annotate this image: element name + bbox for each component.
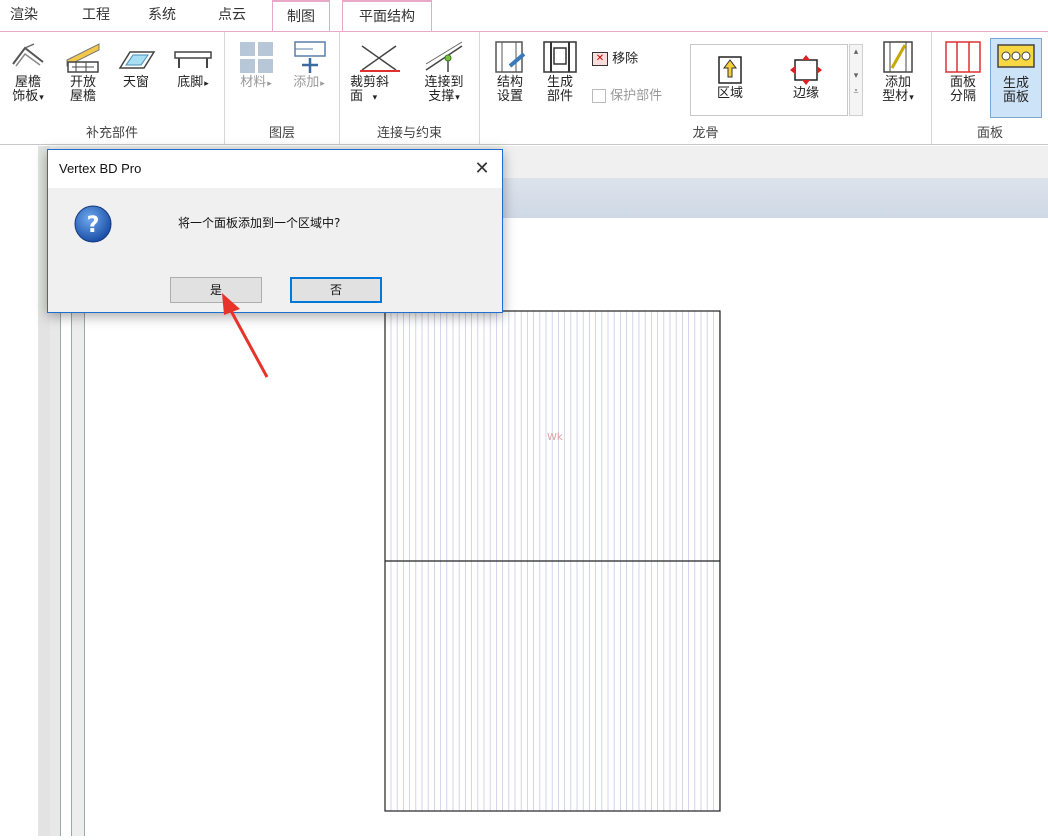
cut-miter-button[interactable]: 裁剪斜 面 ▾	[350, 40, 408, 105]
ribbon-tab-bar: 渲染 工程 系统 点云 制图 平面结构	[0, 0, 1048, 33]
gallery-scroll[interactable]: ▴ ▾ ⩡	[849, 44, 863, 116]
group-supplement: 屋檐 饰板▾ 开放 屋檐 天窗 底脚▸ 补充部件	[0, 32, 225, 144]
left-tree-panel[interactable]	[0, 146, 39, 836]
skylight-button[interactable]: 天窗	[114, 40, 158, 90]
frame-gallery: 区域 边缘	[690, 44, 848, 116]
tab-plane-structure[interactable]: 平面结构	[342, 0, 432, 33]
edge-button[interactable]: 边缘	[781, 55, 831, 101]
add-layer-icon	[294, 41, 326, 73]
gallery-up-icon[interactable]: ▴	[850, 47, 862, 57]
generate-parts-icon	[543, 41, 577, 73]
generate-panel-icon	[997, 44, 1035, 68]
remove-icon: ✕	[592, 52, 608, 66]
skylight-icon	[118, 51, 156, 69]
open-eave-button[interactable]: 开放 屋檐	[62, 40, 104, 104]
group-layer-label: 图层	[268, 126, 295, 141]
footing-icon	[174, 51, 212, 68]
tab-drawing[interactable]: 制图	[272, 0, 330, 32]
region-arrow-icon	[718, 56, 742, 84]
tab-project[interactable]: 工程	[82, 4, 110, 24]
dialog-title: Vertex BD Pro	[59, 161, 142, 176]
panel-split-icon	[945, 41, 981, 73]
no-button[interactable]: 否	[290, 277, 382, 303]
group-supplement-label: 补充部件	[85, 126, 138, 141]
svg-text:?: ?	[87, 213, 100, 238]
group-connect-label: 连接与约束	[376, 126, 442, 141]
edge-arrows-icon	[790, 55, 822, 85]
add-profile-icon	[883, 41, 913, 73]
tab-system[interactable]: 系统	[148, 4, 176, 24]
tab-point-cloud[interactable]: 点云	[218, 4, 246, 24]
gallery-more-icon[interactable]: ⩡	[850, 87, 862, 97]
structure-settings-icon	[495, 41, 526, 73]
footing-button[interactable]: 底脚▸	[168, 40, 218, 91]
eave-trim-button[interactable]: 屋檐 饰板▾	[6, 40, 50, 105]
group-panel: 面板 分隔 生成 面板 面板	[932, 32, 1048, 144]
question-icon: ?	[74, 205, 112, 243]
panel-split-button[interactable]: 面板 分隔	[940, 40, 986, 104]
material-button[interactable]: 材料▸	[233, 40, 279, 91]
group-layer: 材料▸ 添加▸ 图层	[225, 32, 340, 144]
canvas-label: Wk	[547, 432, 563, 443]
checkbox-icon	[592, 89, 606, 103]
group-frame: 结构 设置 生成 部件 ✕ 移除 保护部件 区域 边缘 ▴ ▾ ⩡ 添加 型材▾…	[480, 32, 932, 144]
close-icon[interactable]: ✕	[470, 157, 494, 181]
tab-render[interactable]: 渲染	[10, 4, 38, 24]
cut-miter-icon	[360, 45, 400, 72]
material-grid-icon	[240, 42, 273, 73]
add-profile-button[interactable]: 添加 型材▾	[872, 40, 924, 105]
group-connect: 裁剪斜 面 ▾ 连接到 支撑▾ 连接与约束	[340, 32, 480, 144]
open-eave-icon	[66, 43, 100, 73]
structure-settings-button[interactable]: 结构 设置	[488, 40, 532, 104]
connect-support-button[interactable]: 连接到 支撑▾	[414, 40, 474, 105]
group-frame-label: 龙骨	[692, 126, 719, 141]
remove-button[interactable]: ✕ 移除	[592, 52, 638, 67]
generate-panel-button[interactable]: 生成 面板	[990, 38, 1042, 118]
dialog-titlebar[interactable]: Vertex BD Pro ✕	[48, 150, 502, 188]
gallery-down-icon[interactable]: ▾	[850, 71, 862, 81]
group-panel-label: 面板	[976, 126, 1003, 141]
protect-parts-checkbox[interactable]: 保护部件	[592, 89, 662, 104]
dialog-message: 将一个面板添加到一个区域中?	[178, 216, 341, 230]
ribbon: 屋檐 饰板▾ 开放 屋檐 天窗 底脚▸ 补充部件 材料▸ 添加▸ 图层 裁剪斜 …	[0, 31, 1048, 145]
annotation-arrow-icon	[222, 293, 269, 378]
connect-support-icon	[425, 41, 463, 72]
add-layer-button[interactable]: 添加▸	[285, 40, 333, 91]
generate-parts-button[interactable]: 生成 部件	[538, 40, 582, 104]
region-button[interactable]: 区域	[705, 55, 755, 101]
eave-trim-icon	[12, 43, 44, 67]
